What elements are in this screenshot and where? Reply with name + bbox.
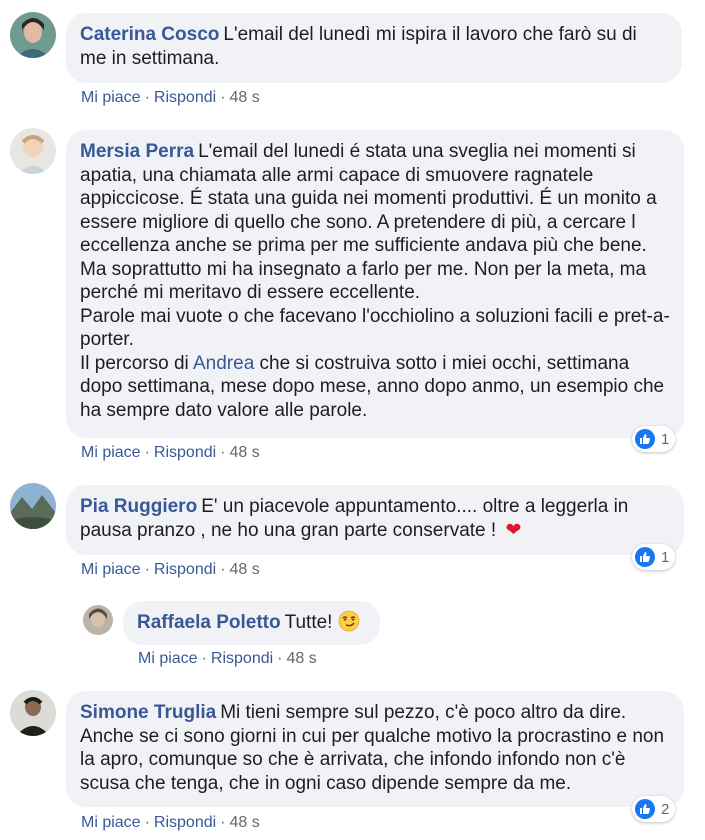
timestamp[interactable]: 48 s (230, 444, 260, 461)
timestamp[interactable]: 48 s (230, 814, 260, 831)
avatar[interactable] (10, 483, 56, 529)
separator: · (277, 650, 283, 667)
comment-text: Tutte! (284, 612, 333, 633)
mention-link[interactable]: Andrea (193, 353, 254, 374)
like-button[interactable]: Mi piace (81, 561, 141, 578)
reply-button[interactable]: Rispondi (154, 89, 216, 106)
separator: · (220, 444, 226, 461)
separator: · (201, 650, 207, 667)
comment-bubble: Simone Truglia Mi tieni sempre sul pezzo,… (66, 691, 684, 807)
author-name[interactable]: Caterina Cosco (80, 24, 219, 45)
comment-bubble: Pia Ruggiero E' un piacevole appuntamento… (66, 485, 684, 555)
like-button[interactable]: Mi piace (81, 89, 141, 106)
timestamp[interactable]: 48 s (230, 89, 260, 106)
comment-actions: Mi piace · Rispondi · 48 s (81, 561, 260, 579)
comment-actions: Mi piace · Rispondi · 48 s (81, 89, 260, 107)
reaction-count[interactable]: 1 (632, 426, 676, 452)
comment-text: L'email del lunedi é stata una sveglia n… (80, 141, 657, 303)
separator: · (220, 561, 226, 578)
reaction-count[interactable]: 1 (632, 544, 676, 570)
heart-emoji: ❤ (505, 519, 522, 541)
separator: · (144, 89, 150, 106)
separator: · (220, 814, 226, 831)
author-name[interactable]: Simone Truglia (80, 702, 216, 723)
separator: · (144, 561, 150, 578)
author-name[interactable]: Raffaela Poletto (137, 612, 281, 633)
comment-text: Parole mai vuote o che facevano l'occhio… (80, 305, 670, 351)
comment-actions: Mi piace · Rispondi · 48 s (81, 814, 260, 832)
avatar[interactable] (83, 605, 113, 635)
reaction-number: 2 (661, 800, 670, 818)
author-name[interactable]: Pia Ruggiero (80, 496, 197, 517)
separator: · (144, 814, 150, 831)
comment-bubble: Raffaela Poletto Tutte! (123, 601, 380, 645)
comment-actions: Mi piace · Rispondi · 48 s (81, 444, 260, 462)
reply-button[interactable]: Rispondi (211, 650, 273, 667)
reaction-count[interactable]: 2 (632, 796, 676, 822)
author-name[interactable]: Mersia Perra (80, 141, 194, 162)
like-button[interactable]: Mi piace (81, 814, 141, 831)
reaction-number: 1 (661, 430, 670, 448)
timestamp[interactable]: 48 s (287, 650, 317, 667)
timestamp[interactable]: 48 s (230, 561, 260, 578)
like-icon (635, 547, 655, 567)
reaction-number: 1 (661, 548, 670, 566)
like-button[interactable]: Mi piace (81, 444, 141, 461)
smirk-emoji (338, 610, 360, 639)
like-button[interactable]: Mi piace (138, 650, 198, 667)
separator: · (220, 89, 226, 106)
like-icon (635, 429, 655, 449)
reply-button[interactable]: Rispondi (154, 814, 216, 831)
reply-button[interactable]: Rispondi (154, 561, 216, 578)
avatar[interactable] (10, 12, 56, 58)
comment-actions: Mi piace · Rispondi · 48 s (138, 650, 317, 668)
comment-bubble: Mersia Perra L'email del lunedi é stata u… (66, 130, 684, 438)
comment-bubble: Caterina Cosco L'email del lunedì mi ispi… (66, 13, 682, 83)
comment-text: Il percorso di (80, 352, 193, 374)
reply-button[interactable]: Rispondi (154, 444, 216, 461)
like-icon (635, 799, 655, 819)
avatar[interactable] (10, 690, 56, 736)
separator: · (144, 444, 150, 461)
avatar[interactable] (10, 128, 56, 174)
